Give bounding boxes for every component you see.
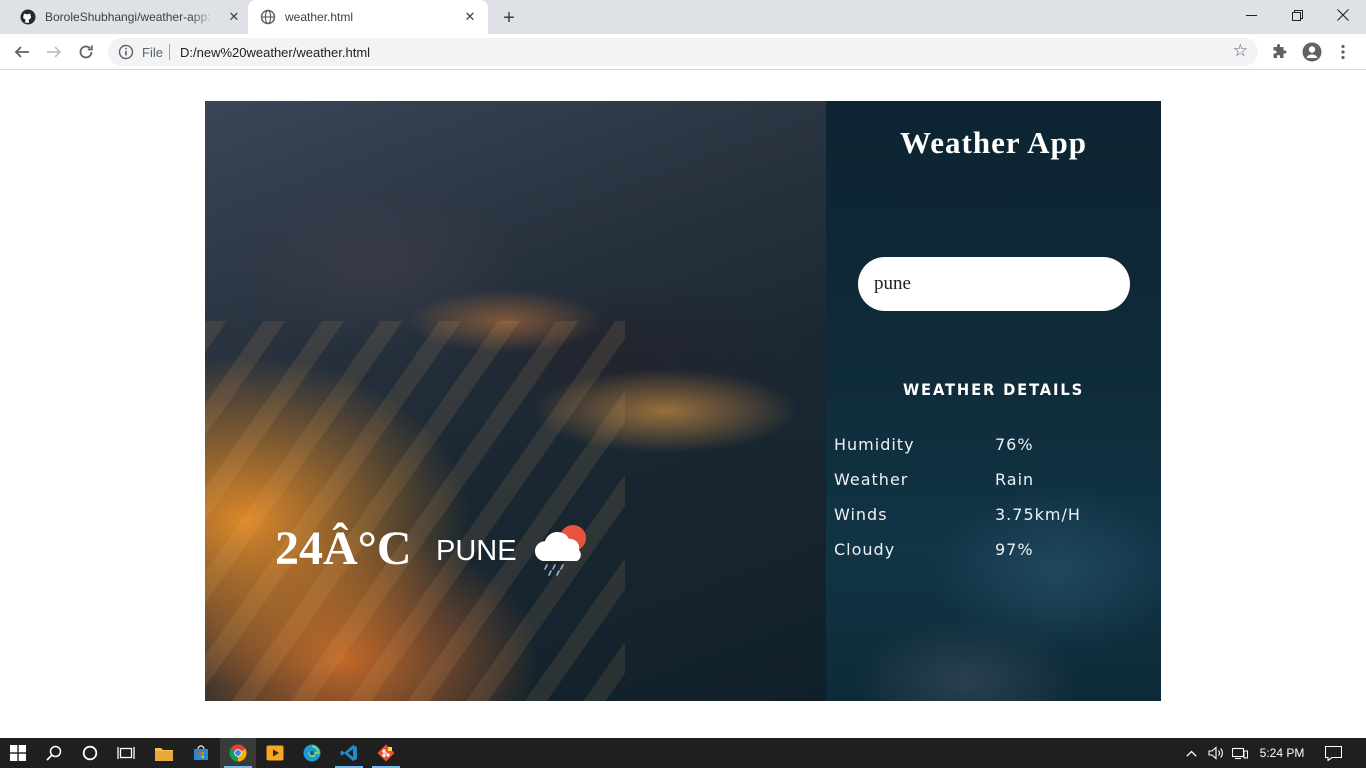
city-search-input[interactable] — [858, 257, 1130, 311]
browser-tab-bar: BoroleShubhangi/weather-app: A ✕ weather… — [0, 0, 1366, 34]
info-icon[interactable] — [118, 44, 134, 60]
clock[interactable]: 5:24 PM — [1256, 738, 1308, 768]
detail-label: Weather — [834, 470, 909, 489]
bookmark-star-icon[interactable]: ☆ — [1233, 42, 1248, 59]
windows-taskbar: 5:24 PM — [0, 738, 1366, 768]
detail-label: Winds — [834, 505, 888, 524]
profile-avatar-icon[interactable] — [1301, 41, 1323, 63]
details-heading: WEATHER DETAILS — [902, 380, 1085, 399]
file-explorer-icon[interactable] — [146, 738, 182, 768]
detail-row-weather: Weather Rain — [834, 470, 1154, 494]
task-view-icon[interactable] — [108, 738, 144, 768]
store-icon[interactable] — [183, 738, 219, 768]
tab-title: BoroleShubhangi/weather-app: A — [45, 10, 215, 24]
detail-label: Cloudy — [834, 540, 896, 559]
detail-value: 76% — [995, 435, 1034, 454]
detail-value: Rain — [995, 470, 1035, 489]
cortana-icon[interactable] — [72, 738, 108, 768]
arrow-left-icon — [14, 46, 29, 58]
divider — [169, 44, 170, 60]
close-tab-icon[interactable]: ✕ — [462, 9, 478, 25]
detail-row-humidity: Humidity 76% — [834, 435, 1154, 459]
globe-icon — [260, 9, 276, 25]
menu-kebab-icon[interactable] — [1332, 41, 1354, 63]
start-icon[interactable] — [0, 738, 36, 768]
notification-center-icon[interactable] — [1318, 738, 1348, 768]
close-tab-icon[interactable]: ✕ — [226, 9, 242, 25]
new-tab-button[interactable]: + — [498, 7, 520, 29]
current-city: PUNE — [436, 535, 517, 567]
forward-button[interactable] — [41, 40, 67, 64]
reload-icon — [79, 45, 93, 59]
volume-icon[interactable] — [1205, 738, 1227, 768]
git-icon[interactable] — [368, 738, 404, 768]
github-icon — [20, 9, 36, 25]
detail-row-cloudy: Cloudy 97% — [834, 540, 1154, 564]
restore-icon[interactable] — [1274, 0, 1320, 30]
sun-rays — [205, 321, 625, 701]
app-title: Weather App — [900, 125, 1087, 160]
tab-weather[interactable]: weather.html ✕ — [248, 0, 488, 34]
detail-value: 97% — [995, 540, 1034, 559]
close-window-icon[interactable] — [1320, 0, 1366, 30]
detail-row-winds: Winds 3.75km/H — [834, 505, 1154, 529]
details-panel: Weather App WEATHER DETAILS Humidity 76%… — [826, 101, 1161, 701]
rain-cloud-sun-icon — [534, 525, 586, 576]
search-icon[interactable] — [36, 738, 72, 768]
detail-value: 3.75km/H — [995, 505, 1081, 524]
current-temperature: 24Â°C — [275, 522, 412, 575]
edge-icon[interactable] — [294, 738, 330, 768]
detail-label: Humidity — [834, 435, 915, 454]
tab-github[interactable]: BoroleShubhangi/weather-app: A ✕ — [8, 0, 246, 34]
weather-app-card: 24Â°C PUNE Weather App WEATHER DETAILS H… — [205, 101, 1161, 701]
network-icon[interactable] — [1229, 738, 1251, 768]
arrow-right-icon — [47, 46, 62, 58]
url-text[interactable]: D:/new%20weather/weather.html — [180, 45, 370, 60]
back-button[interactable] — [9, 40, 35, 64]
browser-toolbar: File D:/new%20weather/weather.html ☆ — [0, 34, 1366, 70]
chrome-icon[interactable] — [220, 738, 256, 768]
address-bar[interactable]: File D:/new%20weather/weather.html ☆ — [108, 38, 1258, 66]
media-icon[interactable] — [257, 738, 293, 768]
chevron-up-icon[interactable] — [1182, 738, 1200, 768]
extensions-icon[interactable] — [1268, 41, 1290, 63]
vscode-icon[interactable] — [331, 738, 367, 768]
minimize-icon[interactable] — [1228, 0, 1274, 30]
sky-background-image: 24Â°C PUNE — [205, 101, 826, 701]
url-scheme-label: File — [142, 45, 163, 60]
tab-title: weather.html — [285, 10, 354, 24]
reload-button[interactable] — [73, 40, 99, 64]
